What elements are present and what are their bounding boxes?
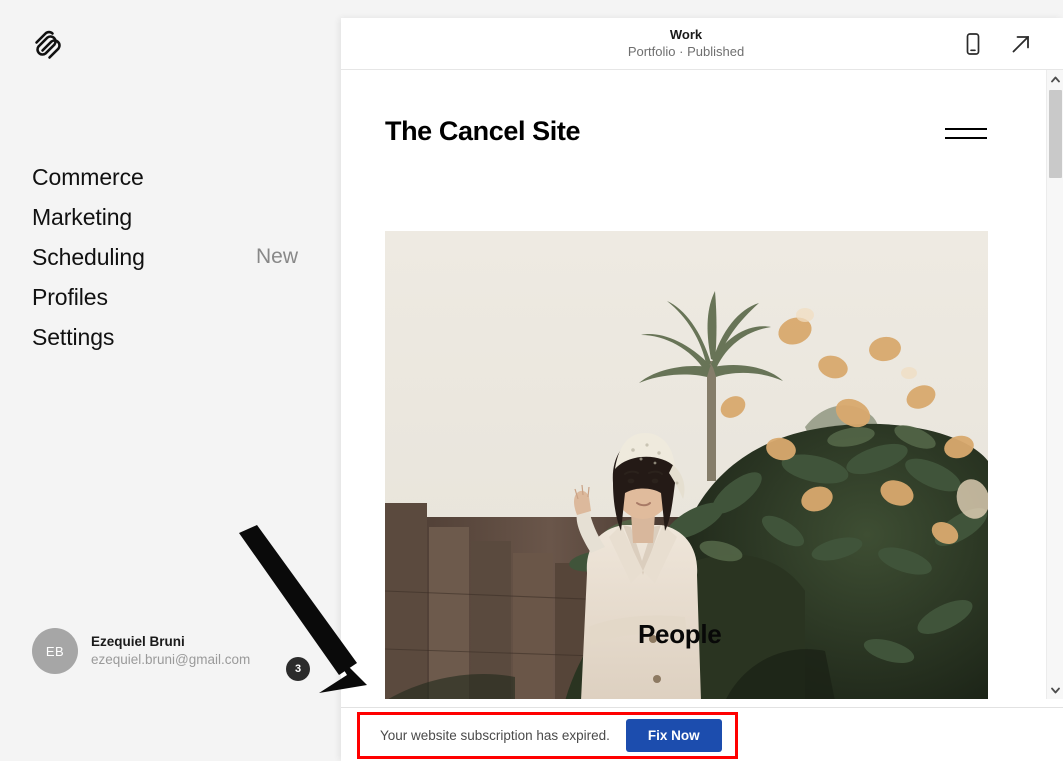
page-subtitle: Portfolio · Published bbox=[627, 44, 745, 59]
chevron-up-icon[interactable] bbox=[1047, 70, 1063, 88]
preview-header-titles: Work Portfolio · Published bbox=[341, 26, 1031, 61]
sidebar: Commerce Marketing Scheduling New Profil… bbox=[0, 0, 341, 761]
account-name: Ezequiel Bruni bbox=[91, 634, 185, 649]
sidebar-item-settings[interactable]: Settings bbox=[32, 317, 312, 357]
notification-content: Your website subscription has expired. F… bbox=[360, 715, 735, 756]
chevron-down-icon[interactable] bbox=[1047, 681, 1063, 699]
squarespace-dashboard: Commerce Marketing Scheduling New Profil… bbox=[0, 0, 1063, 761]
site-canvas: The Cancel Site People bbox=[341, 70, 1036, 699]
account-section[interactable]: EB Ezequiel Bruni ezequiel.bruni@gmail.c… bbox=[32, 628, 312, 674]
account-email: ezequiel.bruni@gmail.com bbox=[91, 652, 251, 667]
notification-message: Your website subscription has expired. bbox=[380, 728, 610, 743]
sidebar-item-label: Settings bbox=[32, 324, 115, 350]
site-title: The Cancel Site bbox=[385, 116, 581, 146]
sidebar-item-label: Marketing bbox=[32, 204, 133, 230]
avatar-initials: EB bbox=[45, 643, 65, 659]
badge-count-value: 3 bbox=[294, 663, 302, 675]
notification-highlight-box: Your website subscription has expired. F… bbox=[357, 712, 738, 759]
mobile-device-icon[interactable] bbox=[962, 32, 984, 61]
site-preview-panel: Work Portfolio · Published The Cancel Si… bbox=[341, 18, 1063, 761]
page-title: Work bbox=[669, 27, 703, 42]
hamburger-menu-icon[interactable] bbox=[945, 128, 987, 146]
external-link-arrow-icon[interactable] bbox=[1009, 32, 1033, 61]
account-details: Ezequiel Bruni ezequiel.bruni@gmail.com bbox=[91, 633, 250, 669]
sidebar-item-scheduling[interactable]: Scheduling New bbox=[32, 237, 312, 277]
notification-count-badge: 3 bbox=[286, 657, 310, 681]
sidebar-item-label: Commerce bbox=[32, 164, 144, 190]
sidebar-item-profiles[interactable]: Profiles bbox=[32, 277, 312, 317]
hamburger-line bbox=[945, 137, 987, 139]
notification-bar: Your website subscription has expired. F… bbox=[341, 707, 1063, 761]
hero-caption: People bbox=[638, 619, 722, 649]
sidebar-item-commerce[interactable]: Commerce bbox=[32, 157, 312, 197]
squarespace-logo-icon[interactable] bbox=[28, 24, 68, 64]
hamburger-line bbox=[945, 128, 987, 130]
sidebar-nav: Commerce Marketing Scheduling New Profil… bbox=[32, 157, 312, 357]
scrollbar-thumb[interactable] bbox=[1049, 90, 1062, 178]
preview-header: Work Portfolio · Published bbox=[341, 18, 1063, 70]
hero-image: People bbox=[385, 231, 988, 699]
sidebar-item-badge-new: New bbox=[256, 245, 299, 268]
sidebar-item-marketing[interactable]: Marketing bbox=[32, 197, 312, 237]
avatar: EB bbox=[32, 628, 78, 674]
preview-scrollbar[interactable] bbox=[1046, 70, 1063, 699]
sidebar-item-label: Profiles bbox=[32, 284, 108, 310]
fix-now-button[interactable]: Fix Now bbox=[625, 719, 722, 752]
sidebar-item-label: Scheduling bbox=[32, 244, 145, 270]
